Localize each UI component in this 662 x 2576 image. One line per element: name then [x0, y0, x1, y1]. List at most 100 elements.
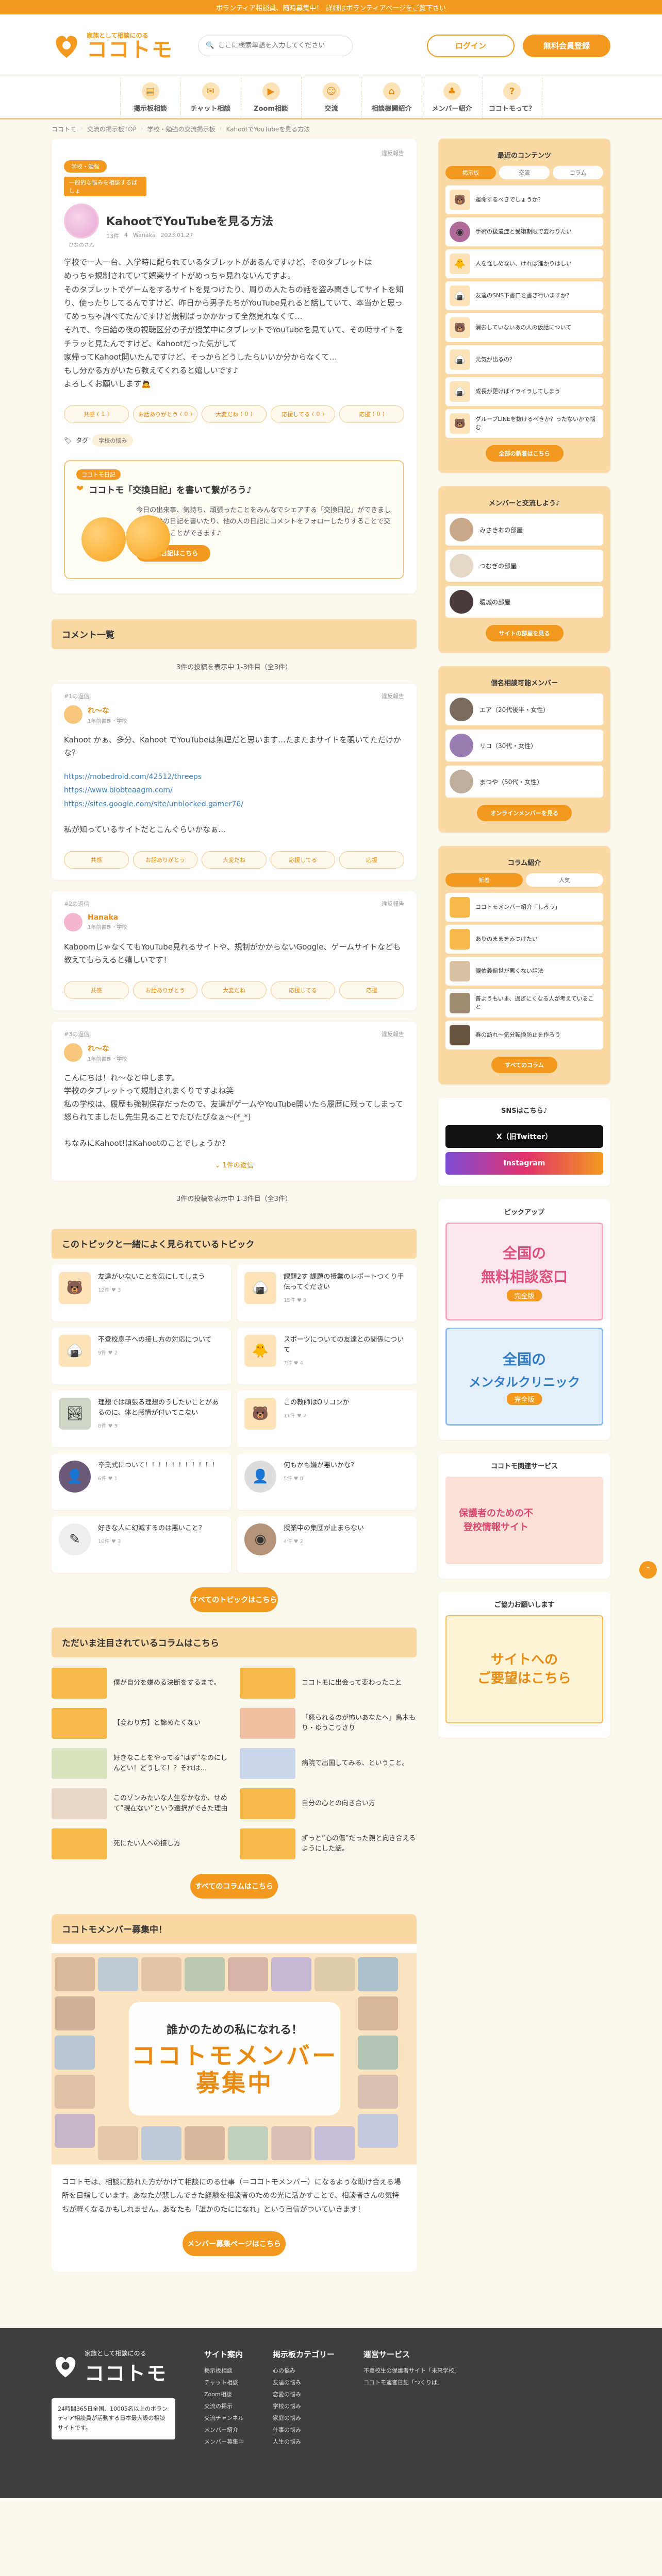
- reaction-button[interactable]: お話ありがとう: [133, 981, 198, 999]
- footer-logo[interactable]: 家族として相談にのる ココトモ: [52, 2349, 175, 2386]
- request-banner[interactable]: サイトへの ご要望はこちら: [445, 1615, 603, 1723]
- search-box[interactable]: 🔍: [198, 35, 353, 56]
- footer-link[interactable]: 家庭の悩み: [273, 2412, 335, 2424]
- footer-link[interactable]: Zoom相談: [204, 2388, 244, 2400]
- reaction-button[interactable]: 応援: [339, 851, 404, 869]
- nav-board[interactable]: ▤ 掲示板相談: [120, 77, 180, 118]
- nav-chat[interactable]: ✉ チャット相談: [180, 77, 241, 118]
- tab-exchange[interactable]: 交流: [499, 166, 550, 179]
- column-item[interactable]: 「怒られるのが怖いあなたへ」鳥木もり・ゆうこりさり: [240, 1707, 417, 1739]
- breadcrumb-item[interactable]: ココトモ: [52, 125, 76, 133]
- reaction-button[interactable]: 共感: [64, 981, 129, 999]
- column-item[interactable]: 好きなことをやってる”はず”なのにしんどい！どうして！？それは…: [52, 1748, 228, 1779]
- report-link[interactable]: 違反報告: [382, 1030, 404, 1038]
- column-item[interactable]: ココトモに出会って変わったこと: [240, 1667, 417, 1699]
- column-item[interactable]: 親依義偏世が悪くない話法: [445, 957, 603, 986]
- topic-card[interactable]: 🐻 友達がいないことを気にしてしまう 12件 ♥ 3: [52, 1264, 231, 1321]
- column-item[interactable]: ココトモメンバー紹介「しろう」: [445, 893, 603, 922]
- reaction-button[interactable]: 応援してる: [270, 981, 336, 999]
- nav-zoom[interactable]: ▶ Zoom相談: [240, 77, 301, 118]
- column-item[interactable]: 病院で出国してみる、ということ。: [240, 1748, 417, 1779]
- topic-card[interactable]: 🐻 この教師はOリコンか 11件 ♥ 2: [237, 1390, 417, 1447]
- category-badge[interactable]: 学校・勉強: [64, 160, 107, 173]
- column-item[interactable]: 僕が自分を嫌める決断をするまで。: [52, 1667, 228, 1699]
- member-room-item[interactable]: 暖城の部屋: [445, 586, 603, 618]
- all-columns-button[interactable]: すべてのコラムはこちら: [190, 1873, 278, 1899]
- footer-link[interactable]: 学校の悩み: [273, 2400, 335, 2412]
- footer-link[interactable]: 不登校生の保護者サイト「未来学校」: [363, 2365, 460, 2377]
- latest-item[interactable]: 🐻 グループLINEを抜けるべきか？ったないかで悩む: [445, 409, 603, 438]
- footer-link[interactable]: 友達の悩み: [273, 2377, 335, 2388]
- online-member-item[interactable]: リコ（30代・女性）: [445, 730, 603, 761]
- latest-item[interactable]: 🍙 成長が更けばイライラしてしまう: [445, 377, 603, 406]
- avatar[interactable]: [64, 705, 82, 724]
- online-member-item[interactable]: エア（20代後半・女性）: [445, 693, 603, 725]
- report-link[interactable]: 違反報告: [64, 149, 404, 157]
- reaction-button[interactable]: 応援してる: [270, 851, 336, 869]
- avatar[interactable]: [64, 204, 99, 239]
- site-logo[interactable]: 家族として相談にのる ココトモ: [52, 31, 173, 61]
- x-twitter-button[interactable]: X（旧Twitter）: [445, 1125, 603, 1148]
- latest-all-button[interactable]: 全部の新着はこちら: [485, 445, 564, 462]
- online-member-item[interactable]: まつや（50代・女性）: [445, 766, 603, 798]
- nav-exchange[interactable]: ☺ 交流: [301, 77, 361, 118]
- avatar[interactable]: [64, 912, 82, 931]
- column-item[interactable]: ずっと”心の傷”だった親と向き合えるようにした話。: [240, 1828, 417, 1859]
- nav-institutions[interactable]: ⌂ 相談機関紹介: [361, 77, 422, 118]
- footer-link[interactable]: 掲示板相談: [204, 2365, 244, 2377]
- nav-about[interactable]: ? ココトモって？: [482, 77, 542, 118]
- recruit-banner[interactable]: 誰かのための私になれる！ ココトモメンバー 募集中: [52, 1953, 417, 2164]
- commenter-name[interactable]: れ～な: [88, 705, 127, 716]
- footer-link[interactable]: 心の悩み: [273, 2365, 335, 2377]
- parent-site-banner[interactable]: 保護者のための不登校情報サイト: [445, 1477, 603, 1564]
- tab-board[interactable]: 掲示板: [445, 166, 496, 179]
- breadcrumb-item[interactable]: 交流の掲示板TOP: [87, 125, 137, 133]
- announcement-link[interactable]: 詳細はボランティアページをご覧下さい: [326, 3, 446, 12]
- topic-card[interactable]: 🐥 スポーツについての友達との関係について 7件 ♥ 4: [237, 1327, 417, 1384]
- commenter-name[interactable]: Hanaka: [88, 913, 127, 922]
- commenter-name[interactable]: れ～な: [88, 1043, 127, 1054]
- scroll-to-top-button[interactable]: ⌃: [639, 1561, 657, 1579]
- latest-item[interactable]: 🐻 運命するべきでしょうか？: [445, 185, 603, 214]
- tab-column[interactable]: コラム: [553, 166, 603, 179]
- latest-item[interactable]: 🍙 元気が出るの？: [445, 345, 603, 374]
- tab-new[interactable]: 新着: [445, 873, 523, 887]
- latest-item[interactable]: 🍙 友達のSNS下書口を書き行いますか？: [445, 281, 603, 310]
- column-all-button[interactable]: すべてのコラム: [491, 1057, 557, 1073]
- instagram-button[interactable]: Instagram: [445, 1152, 603, 1175]
- column-item[interactable]: このゾンみたいな人生なかなか、せめて”現在ない”という選択ができた理由: [52, 1788, 228, 1819]
- members-all-button[interactable]: サイトの部屋を見る: [485, 625, 564, 641]
- topic-card[interactable]: ◉ 授業中の集団が止まらない 4件 ♥ 2: [237, 1516, 417, 1573]
- column-item[interactable]: ありのままをみつけたい: [445, 925, 603, 954]
- comment-link[interactable]: https://www.blobteaagm.com/: [64, 784, 404, 798]
- latest-item[interactable]: 🐻 消去していないあの人の仮話について: [445, 313, 603, 342]
- member-room-item[interactable]: みさきおの部屋: [445, 514, 603, 546]
- footer-link[interactable]: メンバー紹介: [204, 2424, 244, 2436]
- reaction-button[interactable]: 応援(0): [339, 405, 404, 423]
- column-item[interactable]: 自分の心との向き合い方: [240, 1788, 417, 1819]
- latest-item[interactable]: ◉ 手術の後遺症と受術期限で変わりたい: [445, 217, 603, 246]
- free-consultation-banner[interactable]: 全国の 無料相談窓口 完全版: [445, 1223, 603, 1320]
- column-item[interactable]: 普ようもいま、過ぎにくなる人が考えていること: [445, 989, 603, 1018]
- recruit-button[interactable]: メンバー募集ページはこちら: [183, 2231, 286, 2256]
- reaction-button[interactable]: 大変だね(0): [202, 405, 267, 423]
- all-topics-button[interactable]: すべてのトピックはこちら: [190, 1587, 278, 1612]
- reaction-button[interactable]: 大変だね: [202, 981, 267, 999]
- login-button[interactable]: ログイン: [427, 34, 515, 57]
- nav-members[interactable]: ♣ メンバー紹介: [421, 77, 482, 118]
- tag-chip[interactable]: 学校の悩み: [92, 434, 134, 447]
- column-item[interactable]: 春の訪れ〜気分転換防止を作ろう: [445, 1021, 603, 1049]
- reaction-button[interactable]: 応援: [339, 981, 404, 999]
- online-all-button[interactable]: オンラインメンバーを見る: [477, 805, 572, 821]
- topic-card[interactable]: 👤 何もかも嫌が悪いかな？ 5件 ♥ 0: [237, 1453, 417, 1510]
- latest-item[interactable]: 🐥 人を怪しめない、ければ進かりはしい: [445, 249, 603, 278]
- search-input[interactable]: [218, 42, 345, 49]
- footer-link[interactable]: メンバー募集中: [204, 2436, 244, 2448]
- topic-card[interactable]: ✎ 好きな人に幻滅するのは悪いこと？ 10件 ♥ 3: [52, 1516, 231, 1573]
- footer-link[interactable]: 交流チャンネル: [204, 2412, 244, 2424]
- footer-link[interactable]: チャット相談: [204, 2377, 244, 2388]
- reaction-button[interactable]: お話ありがとう(0): [133, 405, 198, 423]
- column-item[interactable]: 死にたい人への接し方: [52, 1828, 228, 1859]
- report-link[interactable]: 違反報告: [382, 692, 404, 700]
- footer-link[interactable]: 交流の掲示: [204, 2400, 244, 2412]
